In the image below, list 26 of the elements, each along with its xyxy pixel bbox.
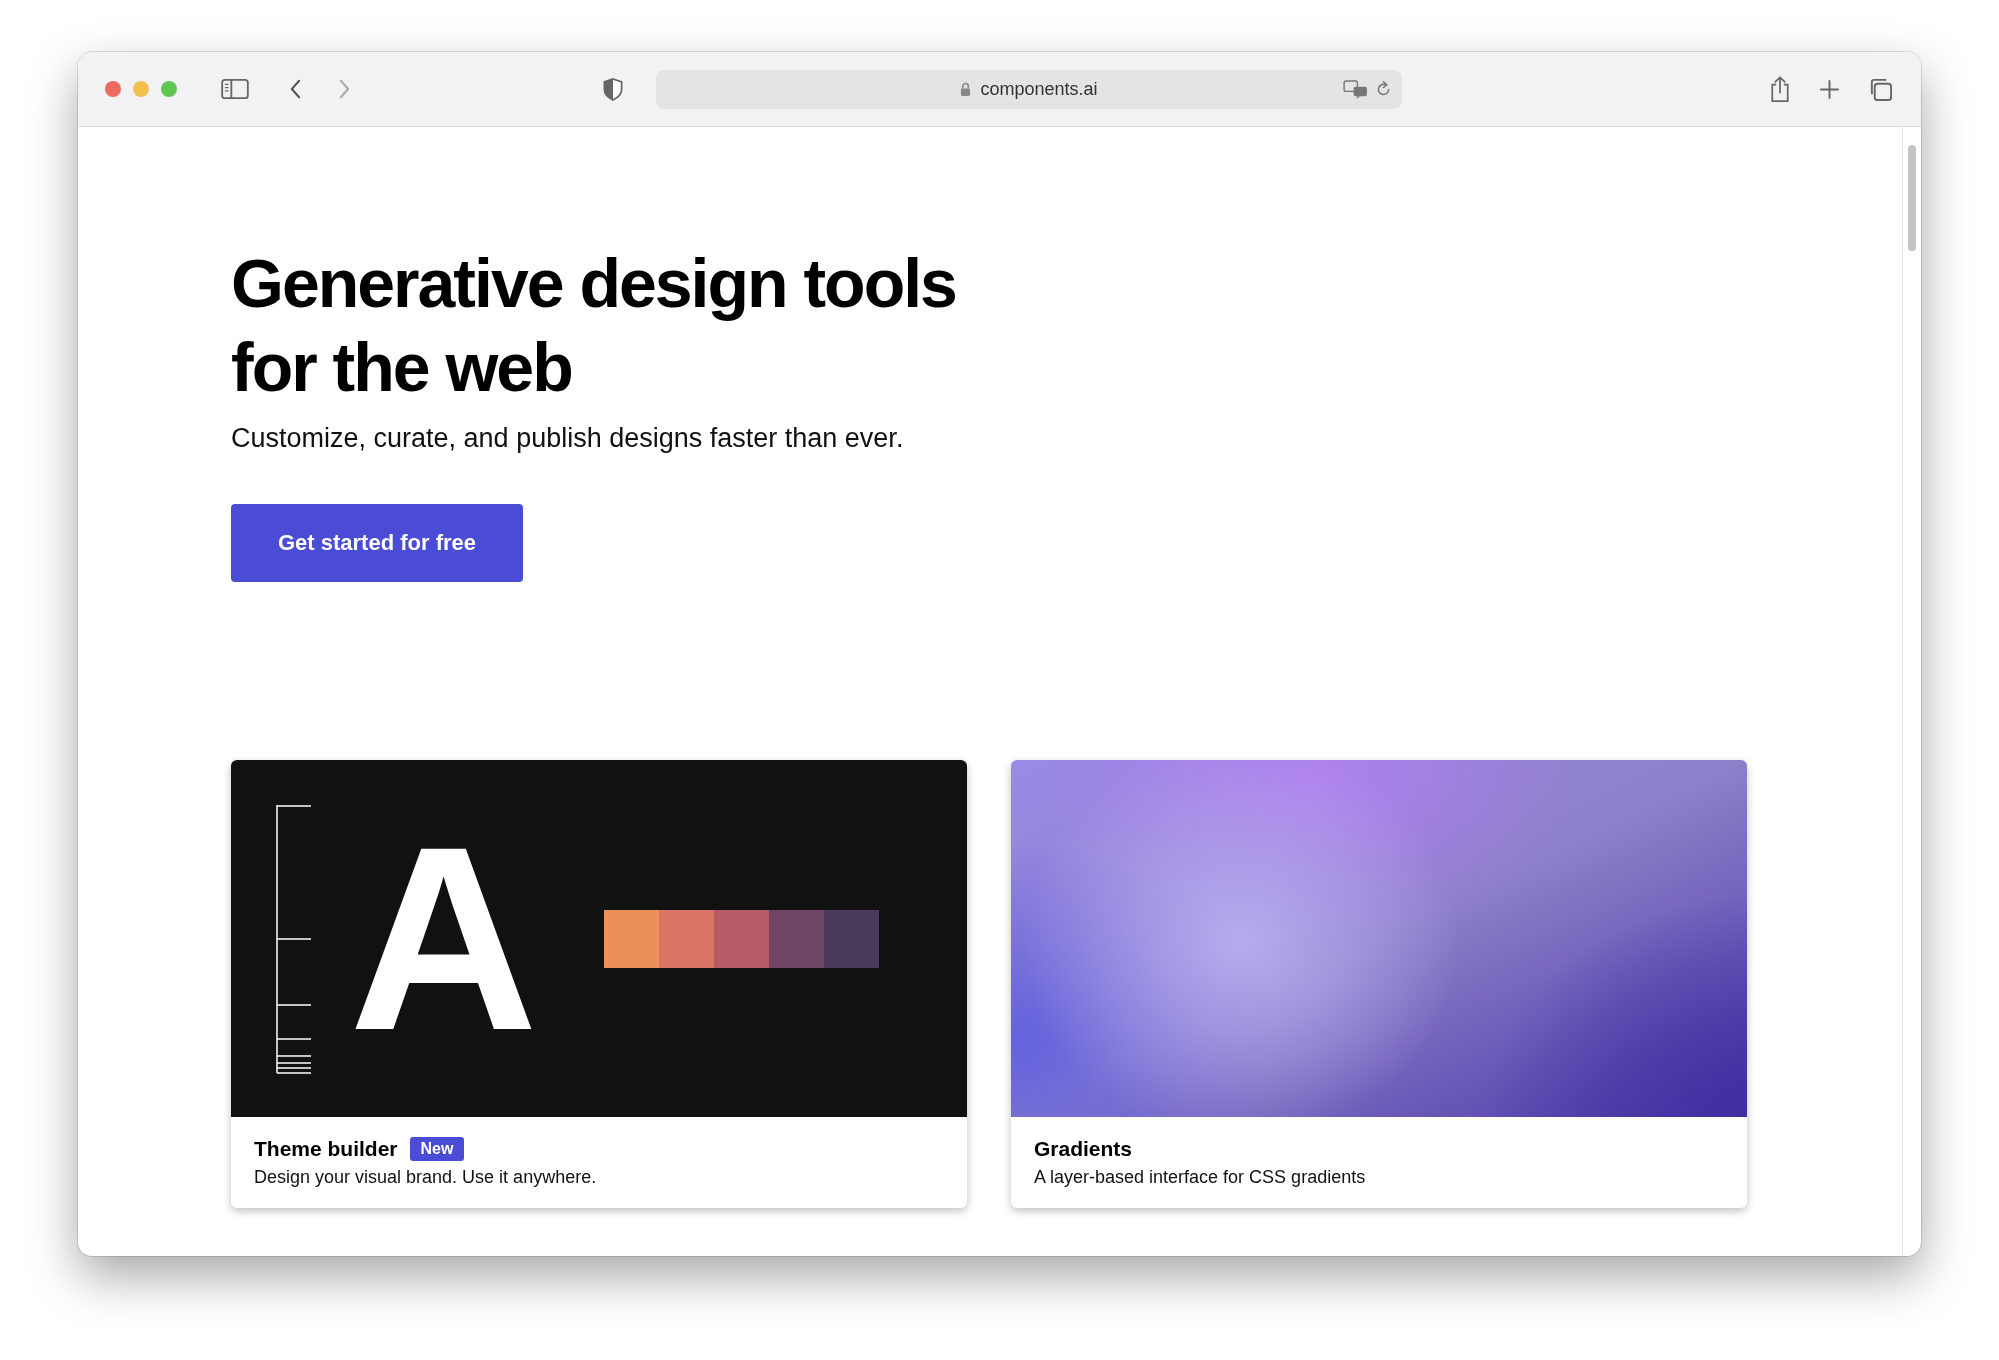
card-title: Theme builder xyxy=(254,1137,398,1161)
lock-icon xyxy=(960,81,972,97)
address-bar[interactable]: components.ai xyxy=(656,69,1402,109)
tabs-overview-icon[interactable] xyxy=(1868,76,1893,102)
zoom-button[interactable] xyxy=(161,81,177,97)
hero-title: Generative design tools for the web xyxy=(231,244,957,407)
card-description: A layer-based interface for CSS gradients xyxy=(1034,1167,1367,1188)
shield-icon[interactable] xyxy=(603,77,623,101)
translate-icon[interactable] xyxy=(1343,79,1368,99)
back-icon[interactable] xyxy=(289,78,302,100)
new-tab-icon[interactable] xyxy=(1819,78,1840,100)
forward-icon[interactable] xyxy=(338,78,351,100)
sidebar-icon[interactable] xyxy=(221,78,249,100)
share-icon[interactable] xyxy=(1769,75,1791,103)
url-text: components.ai xyxy=(980,78,1098,100)
type-specimen-letter: A xyxy=(349,808,539,1070)
reload-icon[interactable] xyxy=(1375,80,1392,98)
card-title: Gradients xyxy=(1034,1137,1133,1161)
card-description: Design your visual brand. Use it anywhere. xyxy=(254,1167,598,1188)
new-badge: New xyxy=(409,1137,465,1161)
tool-card[interactable]: A Theme builder New Design your visual brand. Use it anywhere. xyxy=(231,760,967,1208)
scrollbar-thumb[interactable] xyxy=(1908,145,1916,251)
tool-card[interactable]: Gradients A layer-based interface for CSS gradients xyxy=(1011,760,1747,1208)
close-button[interactable] xyxy=(105,81,121,97)
get-started-button[interactable]: Get started for free xyxy=(231,504,523,582)
hero-subtitle: Customize, curate, and publish designs faster than ever. xyxy=(231,423,905,454)
